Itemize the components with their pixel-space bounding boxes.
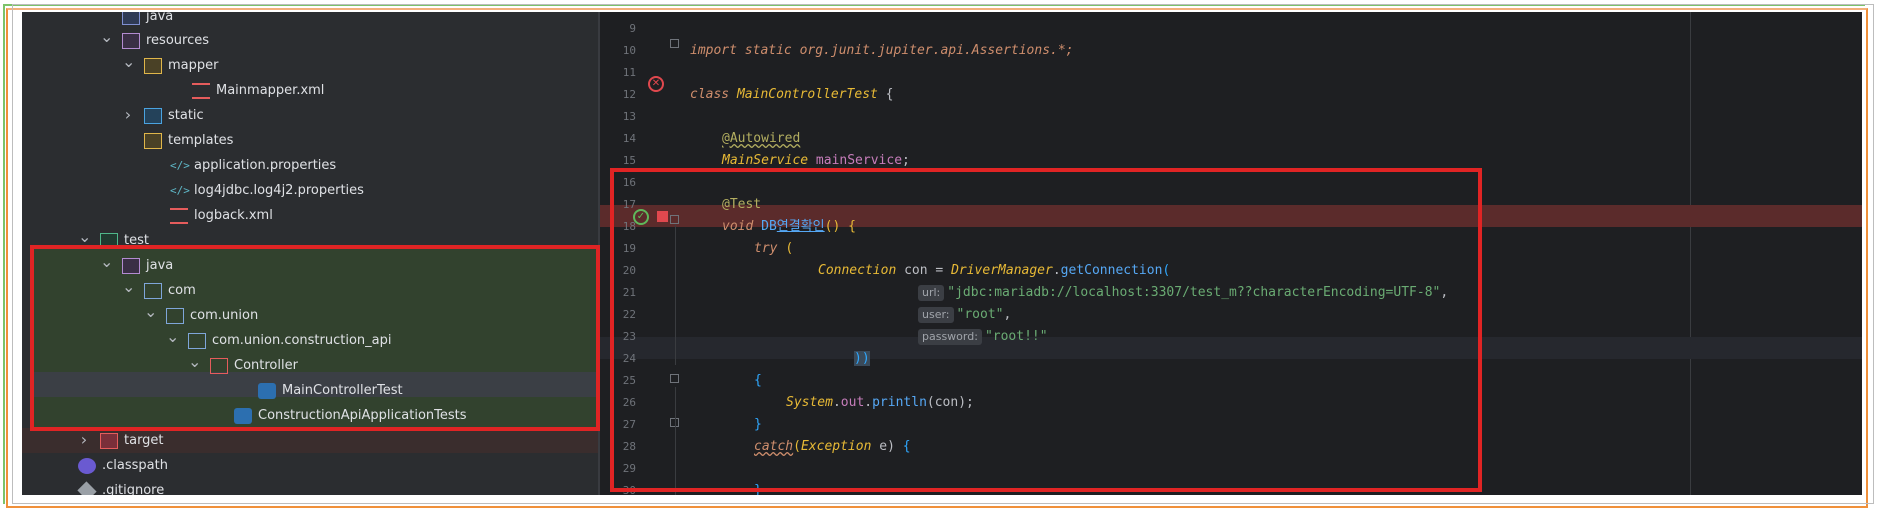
tree-item-label: resources [146, 33, 210, 48]
line-number: 14 [622, 132, 636, 145]
chevron-right-icon[interactable]: › [122, 107, 134, 123]
folder-icon [144, 133, 162, 149]
tree-item-logback-xml[interactable]: logback.xml [22, 203, 600, 228]
line-number: 13 [622, 110, 636, 123]
properties-icon: </> [170, 184, 190, 197]
tree-item-label: .gitignore [102, 483, 165, 495]
field-name: mainService [815, 153, 903, 168]
java-folder-icon [122, 12, 140, 25]
chevron-right-icon[interactable]: › [78, 432, 90, 448]
git-icon [77, 481, 97, 495]
line-number: 12 [622, 88, 636, 101]
type-name: MainService [722, 153, 809, 168]
class-name: MainControllerTest [736, 87, 878, 102]
code-line-14: @Autowired [722, 128, 800, 150]
annotation: @Autowired [722, 131, 801, 146]
line-number: 9 [629, 22, 636, 35]
classpath-icon [78, 458, 96, 474]
line-number: 10 [622, 44, 636, 57]
tree-item-label: static [168, 108, 204, 123]
fold-marker-icon[interactable] [670, 39, 679, 48]
chevron-down-icon[interactable]: ⌄ [100, 29, 113, 46]
tree-item-label: mapper [168, 58, 219, 73]
xml-file-icon [170, 208, 188, 224]
tree-item-mapper[interactable]: ⌄ mapper [22, 53, 600, 78]
folder-icon [144, 58, 162, 74]
tree-item-label: application.properties [194, 158, 337, 173]
code-line-12: class MainControllerTest { [690, 84, 894, 106]
tree-item-label: target [124, 433, 164, 448]
web-folder-icon [144, 108, 162, 124]
tree-item-static[interactable]: › static [22, 103, 600, 128]
target-folder-icon [100, 433, 118, 449]
tree-item--gitignore[interactable]: .gitignore [22, 478, 600, 495]
error-icon[interactable]: ✕ [648, 76, 664, 92]
tree-item--classpath[interactable]: .classpath [22, 453, 600, 478]
tree-item-label: .classpath [102, 458, 168, 473]
line-number: 11 [622, 66, 636, 79]
tree-item-label: logback.xml [194, 208, 273, 223]
tree-item-resources[interactable]: ⌄ resources [22, 28, 600, 53]
properties-icon: </> [170, 159, 190, 172]
tree-item-log4jdbc-log4j2-properties[interactable]: </> log4jdbc.log4j2.properties [22, 178, 600, 203]
tree-item-templates[interactable]: templates [22, 128, 600, 153]
tree-item-application-properties[interactable]: </> application.properties [22, 153, 600, 178]
code-line-10: import static org.junit.jupiter.api.Asse… [690, 40, 1074, 62]
chevron-down-icon[interactable]: ⌄ [122, 54, 135, 71]
right-margin-guide [1690, 12, 1691, 495]
import-statement: import static org.junit.jupiter.api.Asse… [690, 43, 1074, 58]
annotation-box-tree [30, 245, 600, 431]
brace: { [877, 87, 894, 102]
resources-folder-icon [122, 33, 140, 49]
semicolon: ; [902, 153, 910, 168]
xml-file-icon [192, 83, 210, 99]
tree-item-label: Mainmapper.xml [216, 83, 325, 98]
tree-item-label: templates [168, 133, 234, 148]
tree-item-mainmapper-xml[interactable]: Mainmapper.xml [22, 78, 600, 103]
annotation-box-code [610, 168, 1482, 492]
tree-item-label: log4jdbc.log4j2.properties [194, 183, 364, 198]
keyword: class [690, 87, 730, 102]
tree-item-label: java [146, 12, 174, 24]
ide-window: java ⌄ resources ⌄ mapper Mainmapper.xml › stat… [22, 12, 1862, 495]
tree-item-target[interactable]: › target [22, 428, 600, 453]
